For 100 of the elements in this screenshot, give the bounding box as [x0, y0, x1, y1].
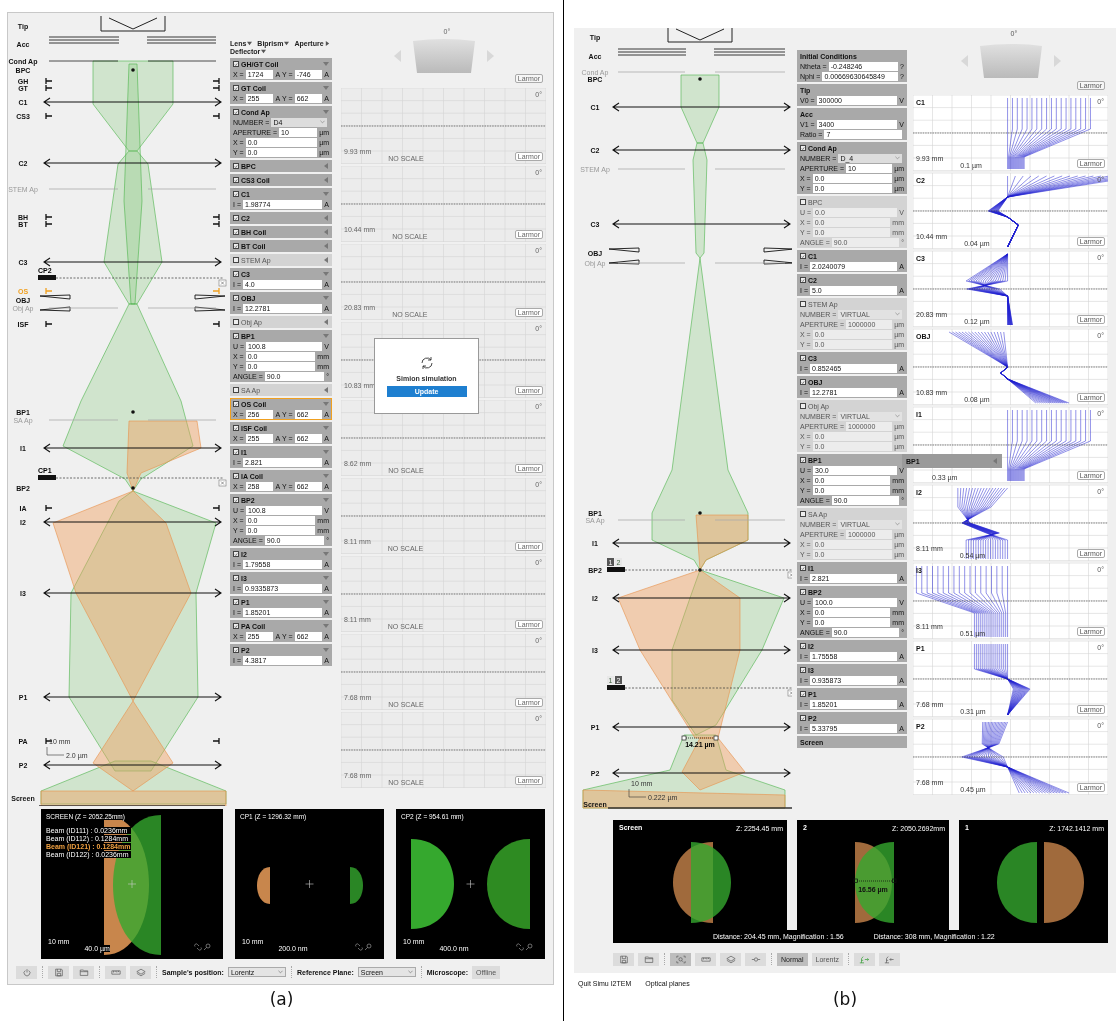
checkbox[interactable]: [233, 497, 239, 503]
ruler-button[interactable]: [105, 965, 126, 979]
circle-line-button[interactable]: [745, 952, 766, 966]
close-icon[interactable]: [218, 479, 227, 487]
checkbox[interactable]: [233, 177, 239, 183]
caret-icon[interactable]: [323, 449, 329, 455]
caret-icon[interactable]: [323, 257, 329, 263]
caret-icon[interactable]: [323, 177, 329, 183]
folder-button[interactable]: [73, 965, 94, 979]
microscope-arrow-button[interactable]: [853, 952, 875, 966]
checkbox[interactable]: [233, 257, 239, 263]
checkbox[interactable]: [233, 85, 239, 91]
measurement-marker[interactable]: [681, 735, 719, 741]
checkbox[interactable]: [233, 647, 239, 653]
zoom-button[interactable]: [670, 952, 691, 966]
plane-handle[interactable]: [38, 475, 56, 480]
checkbox[interactable]: [800, 511, 806, 517]
caret-icon[interactable]: [323, 497, 329, 503]
search-icon[interactable]: [364, 943, 372, 951]
checkbox[interactable]: [233, 319, 239, 325]
plane-handle[interactable]: [38, 275, 56, 280]
close-icon[interactable]: [787, 689, 792, 697]
checkbox[interactable]: [233, 61, 239, 67]
caret-icon[interactable]: [323, 229, 329, 235]
biprism-dot: [131, 68, 135, 72]
caret-icon[interactable]: [323, 623, 329, 629]
checkbox[interactable]: [800, 589, 806, 595]
caret-icon[interactable]: [323, 387, 329, 393]
caret-icon[interactable]: [323, 319, 329, 325]
checkbox[interactable]: [800, 145, 806, 151]
folder-button[interactable]: [638, 952, 659, 966]
power-button[interactable]: [16, 965, 37, 979]
checkbox[interactable]: [233, 215, 239, 221]
save-button[interactable]: [613, 952, 634, 966]
checkbox[interactable]: [800, 691, 806, 697]
checkbox[interactable]: [233, 109, 239, 115]
caret-icon[interactable]: [323, 575, 329, 581]
caret-icon: [261, 49, 267, 54]
checkbox[interactable]: [800, 667, 806, 673]
caret-icon[interactable]: [323, 473, 329, 479]
link-icon[interactable]: [516, 943, 524, 951]
checkbox[interactable]: [800, 715, 806, 721]
checkbox[interactable]: [800, 355, 806, 361]
caret-icon[interactable]: [323, 61, 329, 67]
caret-icon[interactable]: [323, 647, 329, 653]
microscope-arrow-button[interactable]: [878, 952, 900, 966]
close-icon[interactable]: [787, 571, 792, 579]
checkbox[interactable]: [800, 253, 806, 259]
biprism-dot: [698, 568, 702, 572]
checkbox[interactable]: [233, 295, 239, 301]
measurement-marker[interactable]: [853, 878, 897, 884]
caret-icon[interactable]: [323, 163, 329, 169]
close-icon[interactable]: [218, 279, 227, 287]
checkbox[interactable]: [800, 277, 806, 283]
checkbox[interactable]: [233, 333, 239, 339]
checkbox[interactable]: [800, 565, 806, 571]
search-icon[interactable]: [203, 943, 211, 951]
plane-handle[interactable]: [607, 567, 625, 572]
caret-icon[interactable]: [323, 85, 329, 91]
caret-icon[interactable]: [323, 191, 329, 197]
caret-icon[interactable]: [323, 271, 329, 277]
layers-button[interactable]: [720, 952, 741, 966]
checkbox[interactable]: [233, 449, 239, 455]
checkbox[interactable]: [233, 271, 239, 277]
checkbox[interactable]: [233, 473, 239, 479]
caret-icon[interactable]: [323, 109, 329, 115]
checkbox[interactable]: [800, 199, 806, 205]
checkbox[interactable]: [233, 163, 239, 169]
search-icon[interactable]: [525, 943, 533, 951]
checkbox[interactable]: [800, 403, 806, 409]
link-icon[interactable]: [194, 943, 202, 951]
caret-icon[interactable]: [323, 295, 329, 301]
checkbox[interactable]: [233, 599, 239, 605]
checkbox[interactable]: [233, 401, 239, 407]
caret-icon[interactable]: [323, 401, 329, 407]
checkbox[interactable]: [233, 551, 239, 557]
checkbox[interactable]: [233, 623, 239, 629]
checkbox[interactable]: [800, 457, 806, 463]
checkbox[interactable]: [233, 575, 239, 581]
link-icon[interactable]: [355, 943, 363, 951]
checkbox[interactable]: [800, 379, 806, 385]
biprism-dot: [698, 77, 702, 81]
caret-icon[interactable]: [323, 599, 329, 605]
layers-button[interactable]: [130, 965, 151, 979]
checkbox[interactable]: [233, 425, 239, 431]
checkbox[interactable]: [233, 229, 239, 235]
caret-icon[interactable]: [323, 243, 329, 249]
checkbox[interactable]: [233, 387, 239, 393]
caret-icon[interactable]: [323, 333, 329, 339]
ruler-icon: [110, 967, 121, 977]
caret-icon[interactable]: [323, 425, 329, 431]
save-button[interactable]: [48, 965, 69, 979]
ruler-button[interactable]: [695, 952, 716, 966]
checkbox[interactable]: [800, 301, 806, 307]
plane-handle[interactable]: [607, 685, 625, 690]
caret-icon[interactable]: [323, 551, 329, 557]
checkbox[interactable]: [233, 191, 239, 197]
caret-icon[interactable]: [323, 215, 329, 221]
checkbox[interactable]: [233, 243, 239, 249]
checkbox[interactable]: [800, 643, 806, 649]
